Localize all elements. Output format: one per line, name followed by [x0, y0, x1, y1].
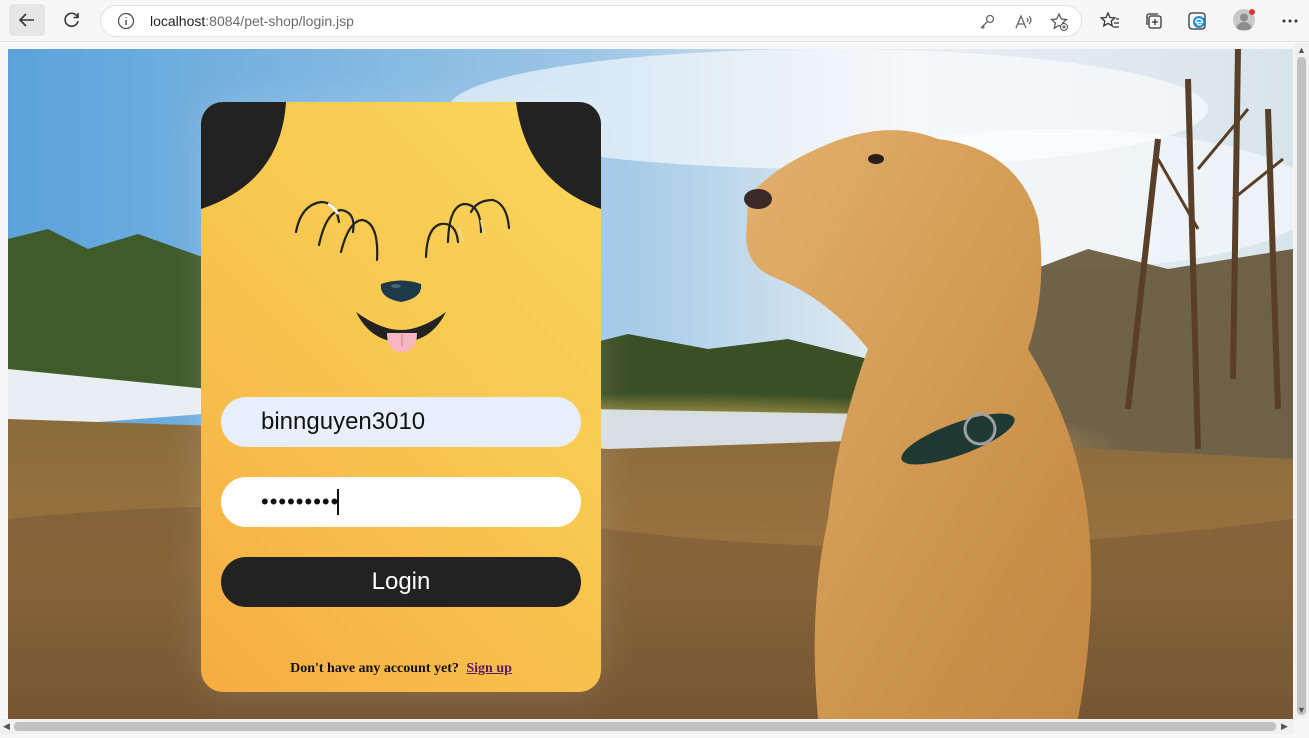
notification-dot: [1249, 9, 1255, 15]
login-card: Login Don't have any account yet? Sign u…: [201, 102, 601, 692]
address-bar[interactable]: localhost:8084/pet-shop/login.jsp: [100, 5, 1082, 37]
edge-icon[interactable]: [1187, 10, 1209, 32]
nose: [380, 280, 422, 302]
horizontal-scrollbar[interactable]: ◀ ▶: [0, 719, 1294, 734]
key-icon[interactable]: [977, 12, 997, 32]
scroll-left-icon[interactable]: ◀: [3, 721, 10, 732]
page-viewport: Login Don't have any account yet? Sign u…: [8, 49, 1293, 719]
password-input[interactable]: [221, 477, 581, 527]
read-aloud-icon[interactable]: [1013, 12, 1033, 32]
login-button[interactable]: Login: [221, 557, 581, 607]
back-arrow-icon: [18, 13, 34, 27]
right-ear: [516, 102, 601, 209]
vertical-scroll-thumb[interactable]: [1297, 57, 1306, 715]
horizontal-scroll-thumb[interactable]: [14, 722, 1276, 731]
reload-button[interactable]: [54, 4, 90, 36]
favorites-icon[interactable]: [1099, 10, 1121, 32]
scroll-right-icon[interactable]: ▶: [1281, 721, 1288, 732]
url-text[interactable]: localhost:8084/pet-shop/login.jsp: [150, 13, 354, 29]
more-icon[interactable]: [1279, 10, 1301, 32]
username-input[interactable]: [221, 397, 581, 447]
collections-icon[interactable]: [1143, 10, 1165, 32]
browser-toolbar: localhost:8084/pet-shop/login.jsp: [0, 0, 1309, 42]
text-caret: [337, 489, 339, 515]
dog-face-illustration: [201, 102, 601, 352]
signup-prompt: Don't have any account yet? Sign up: [201, 661, 601, 677]
signup-link[interactable]: Sign up: [466, 661, 512, 676]
add-favorite-icon[interactable]: [1049, 12, 1069, 32]
left-ear: [201, 102, 286, 209]
vertical-scrollbar[interactable]: ▲ ▼: [1294, 43, 1309, 719]
right-paw: [424, 198, 511, 259]
info-icon[interactable]: [117, 12, 135, 30]
scroll-up-icon[interactable]: ▲: [1297, 45, 1306, 55]
signup-prompt-text: Don't have any account yet?: [290, 661, 459, 676]
reload-icon: [64, 12, 79, 28]
back-button[interactable]: [9, 4, 45, 36]
scroll-down-icon[interactable]: ▼: [1297, 705, 1306, 715]
